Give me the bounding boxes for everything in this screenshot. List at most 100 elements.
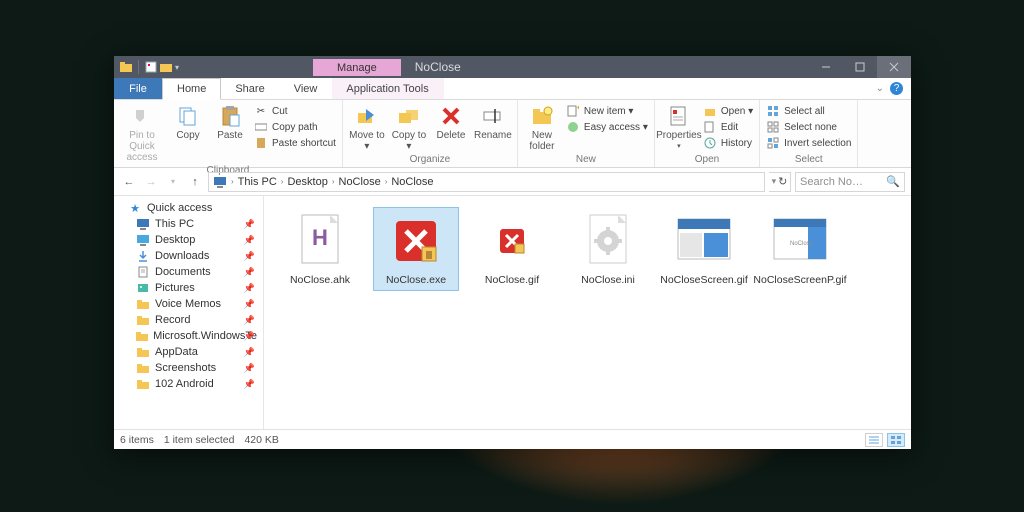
select-none-button[interactable]: Select none xyxy=(766,120,851,134)
nav-icon xyxy=(136,281,150,295)
invert-selection-button[interactable]: Invert selection xyxy=(766,136,851,150)
ribbon: Pin to Quick access Copy Paste ✂Cut Copy… xyxy=(114,100,911,168)
title-bar: ▾ Manage NoClose xyxy=(114,56,911,78)
file-list[interactable]: H NoClose.ahk NoClose.exe NoClose.gif NoClos… xyxy=(264,196,911,429)
open-icon xyxy=(703,104,717,118)
contextual-tab-label: Manage xyxy=(313,59,401,76)
nav-label: Voice Memos xyxy=(155,298,221,310)
new-item-button[interactable]: ✦New item ▾ xyxy=(566,104,648,118)
rename-icon xyxy=(481,104,505,128)
breadcrumb-segment[interactable]: This PC xyxy=(238,176,277,188)
easy-access-button[interactable]: Easy access ▾ xyxy=(566,120,648,134)
file-name: NoClose.ini xyxy=(581,274,635,286)
file-thumbnail xyxy=(579,212,637,270)
move-to-button[interactable]: Move to ▾ xyxy=(347,102,387,154)
recent-locations-button[interactable]: ▾ xyxy=(164,173,182,191)
home-tab[interactable]: Home xyxy=(162,78,221,100)
edit-button[interactable]: Edit xyxy=(703,120,753,134)
breadcrumb[interactable]: › This PC› Desktop› NoClose› NoClose xyxy=(208,172,765,192)
history-button[interactable]: History xyxy=(703,136,753,150)
nav-item[interactable]: Pictures📌 xyxy=(114,280,263,296)
back-button[interactable]: ← xyxy=(120,173,138,191)
file-item[interactable]: NoClose.ini xyxy=(566,208,650,290)
select-group-label: Select xyxy=(764,154,853,166)
properties-button[interactable]: Properties▾ xyxy=(659,102,699,153)
nav-item[interactable]: Desktop📌 xyxy=(114,232,263,248)
pin-icon: 📌 xyxy=(244,299,255,310)
file-item[interactable]: NoClose.gif xyxy=(470,208,554,290)
nav-icon xyxy=(136,329,148,343)
details-view-button[interactable] xyxy=(865,433,883,447)
file-item[interactable]: NoCloseNoCloseScreenP.gif xyxy=(758,208,842,290)
copy-to-button[interactable]: Copy to ▾ xyxy=(389,102,429,154)
file-tab[interactable]: File xyxy=(114,78,162,99)
file-item[interactable]: NoCloseScreen.gif xyxy=(662,208,746,290)
nav-item[interactable]: Voice Memos 📌 xyxy=(114,296,263,312)
quick-access[interactable]: ★ Quick access xyxy=(114,200,263,216)
breadcrumb-segment[interactable]: NoClose xyxy=(339,176,381,188)
paste-button[interactable]: Paste xyxy=(210,102,250,143)
nav-item[interactable]: This PC📌 xyxy=(114,216,263,232)
new-group-label: New xyxy=(522,154,650,166)
qat-dropdown-icon[interactable]: ▾ xyxy=(175,63,183,72)
file-name: NoCloseScreen.gif xyxy=(660,274,748,286)
file-item[interactable]: NoClose.exe xyxy=(374,208,458,290)
icons-view-button[interactable] xyxy=(887,433,905,447)
search-input[interactable]: Search No… 🔍 xyxy=(795,172,905,192)
select-all-button[interactable]: Select all xyxy=(766,104,851,118)
nav-item[interactable]: Documents📌 xyxy=(114,264,263,280)
new-folder-button[interactable]: New folder xyxy=(522,102,562,154)
application-tools-tab[interactable]: Application Tools xyxy=(332,78,443,99)
file-item[interactable]: H NoClose.ahk xyxy=(278,208,362,290)
item-count: 6 items xyxy=(120,434,154,446)
open-button[interactable]: Open ▾ xyxy=(703,104,753,118)
new-item-icon: ✦ xyxy=(566,104,580,118)
breadcrumb-segment[interactable]: Desktop xyxy=(287,176,327,188)
selected-count: 1 item selected xyxy=(164,434,235,446)
nav-label: Downloads xyxy=(155,250,209,262)
share-tab[interactable]: Share xyxy=(221,78,279,99)
delete-button[interactable]: Delete xyxy=(431,102,471,143)
rename-button[interactable]: Rename xyxy=(473,102,513,143)
nav-label: AppData xyxy=(155,346,198,358)
pin-icon: 📌 xyxy=(244,219,255,230)
nav-label: Screenshots xyxy=(155,362,216,374)
nav-item[interactable]: Record📌 xyxy=(114,312,263,328)
paste-shortcut-button[interactable]: Paste shortcut xyxy=(254,136,336,150)
collapse-ribbon-icon[interactable]: ⌄ xyxy=(876,83,884,94)
maximize-button[interactable] xyxy=(843,56,877,78)
nav-item[interactable]: Microsoft.WindowsTe📌 xyxy=(114,328,263,344)
nav-item[interactable]: 102 Android📌 xyxy=(114,376,263,392)
copy-button[interactable]: Copy xyxy=(168,102,208,143)
close-button[interactable] xyxy=(877,56,911,78)
file-name: NoClose.ahk xyxy=(290,274,350,286)
status-bar: 6 items 1 item selected 420 KB xyxy=(114,429,911,449)
navigation-pane[interactable]: ★ Quick access This PC📌Desktop📌Downloads… xyxy=(114,196,264,429)
path-icon xyxy=(254,120,268,134)
nav-icon xyxy=(136,297,150,311)
help-icon[interactable]: ? xyxy=(890,82,903,95)
up-button[interactable]: ↑ xyxy=(186,173,204,191)
nav-item[interactable]: Downloads📌 xyxy=(114,248,263,264)
new-folder-icon[interactable] xyxy=(160,61,172,73)
copy-icon xyxy=(176,104,200,128)
file-name: NoClose.gif xyxy=(485,274,539,286)
nav-item[interactable]: AppData📌 xyxy=(114,344,263,360)
refresh-button[interactable]: ▾↻ xyxy=(769,172,791,192)
nav-label: Desktop xyxy=(155,234,195,246)
file-thumbnail: H xyxy=(291,212,349,270)
view-tab[interactable]: View xyxy=(280,78,333,99)
pin-quick-access-button[interactable]: Pin to Quick access xyxy=(118,102,166,165)
properties-icon[interactable] xyxy=(145,61,157,73)
search-icon: 🔍 xyxy=(886,175,900,188)
breadcrumb-segment[interactable]: NoClose xyxy=(391,176,433,188)
address-bar: ← → ▾ ↑ › This PC› Desktop› NoClose› NoC… xyxy=(114,168,911,196)
minimize-button[interactable] xyxy=(809,56,843,78)
nav-icon xyxy=(136,249,150,263)
nav-item[interactable]: Screenshots📌 xyxy=(114,360,263,376)
explorer-window: ▾ Manage NoClose File Home Share View Ap… xyxy=(114,56,911,449)
svg-text:H: H xyxy=(312,225,328,250)
cut-button[interactable]: ✂Cut xyxy=(254,104,336,118)
copy-path-button[interactable]: Copy path xyxy=(254,120,336,134)
forward-button[interactable]: → xyxy=(142,173,160,191)
